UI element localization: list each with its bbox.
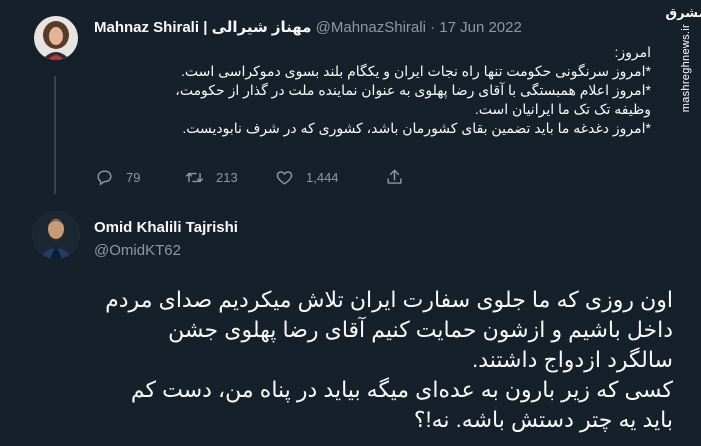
tweet-line: امروز: [614,44,651,60]
tweet-line: کسی که زیر بارون به عده‌ای میگه بیاید در… [130,377,673,402]
separator: · [430,19,436,36]
tweet-line: داخل باشیم و ازشون حمایت کنیم آقای رضا پ… [168,317,673,342]
like-count: 1,444 [306,169,339,185]
avatar[interactable] [34,16,78,60]
tweet-line: باید یه چتر دستش باشه. نه!؟ [413,407,673,432]
avatar[interactable] [32,211,80,259]
tweet-date[interactable]: 17 Jun 2022 [439,19,522,36]
watermark: مشرق mashreghnews.ir [666,6,701,126]
tweet-line: اون روزی که ما جلوی سفارت ایران تلاش میک… [105,287,673,312]
watermark-logo: مشرق [665,5,701,20]
tweet-text: امروز: *امروز سرنگونی حکومت تنها راه نجا… [91,43,651,138]
reply-button[interactable]: 79 [95,168,185,187]
reply-count: 79 [126,169,141,185]
retweet-count: 213 [216,169,238,185]
tweet-header: Mahnaz Shirali | مهناز شیرالی @MahnazShi… [94,18,522,36]
author-name[interactable]: Mahnaz Shirali | مهناز شیرالی [94,19,311,36]
tweet-line: وظیفه تک تک ما ایرانیان است. [474,101,651,117]
tweet-text: اون روزی که ما جلوی سفارت ایران تلاش میک… [23,285,673,435]
author-handle[interactable]: @OmidKT62 [94,242,181,259]
share-icon [387,169,402,184]
share-button[interactable] [385,168,415,187]
thread-line [54,76,56,194]
tweet-line: سالگرد ازدواج داشتند. [472,347,673,372]
tweet-line: *امروز سرنگونی حکومت تنها راه نجات ایران… [180,63,651,79]
reply-icon [97,169,112,186]
heart-icon [276,170,293,185]
tweet-actions: 79 213 1,444 [95,166,415,188]
retweet-button[interactable]: 213 [185,168,275,187]
like-button[interactable]: 1,444 [275,168,385,187]
tweet-line: *امروز اعلام همبستگی با آقای رضا پهلوی ب… [175,82,651,98]
tweet-line: *امروز دغدغه ما باید تضمین بقای کشورمان … [182,120,651,136]
author-name[interactable]: Omid Khalili Tajrishi [94,219,238,236]
watermark-site: mashreghnews.ir [680,24,692,113]
retweet-icon [185,172,204,182]
author-handle[interactable]: @MahnazShirali [316,19,426,36]
